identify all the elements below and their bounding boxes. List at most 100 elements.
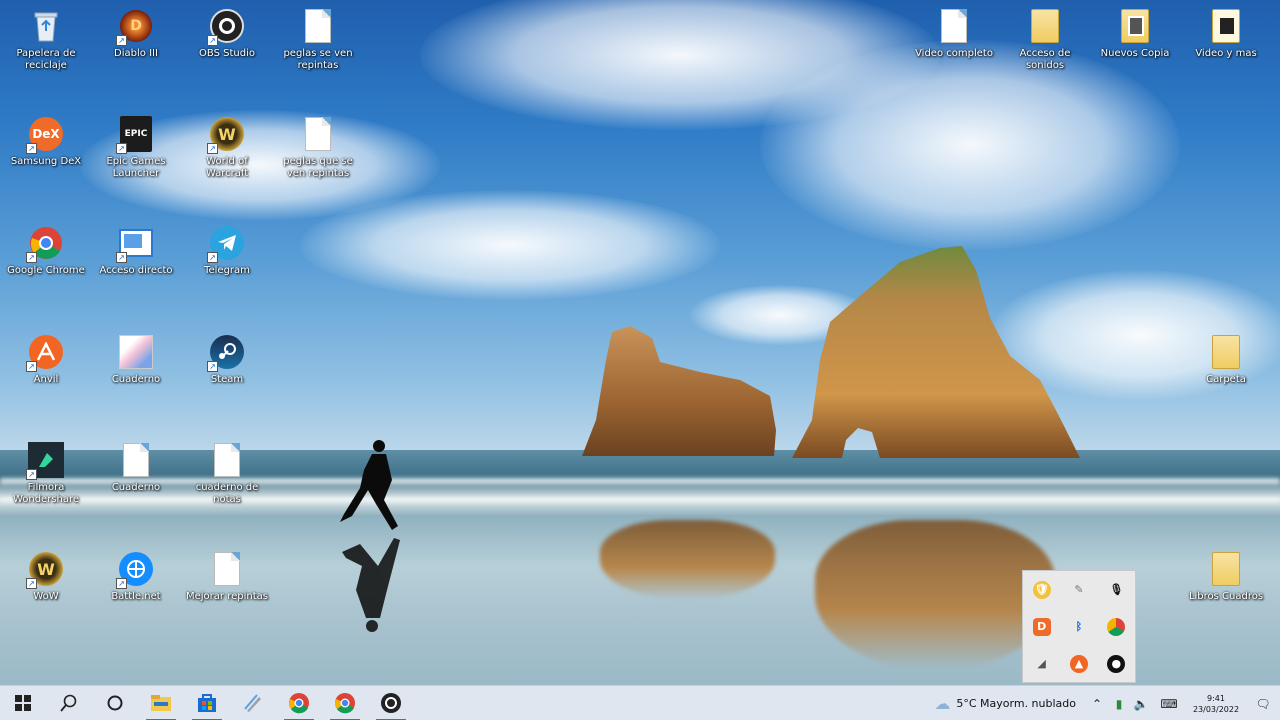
desktop-icon-label: OBS Studio [199,48,255,59]
volume-button[interactable]: 🔈 [1130,686,1152,720]
chrome-icon: ↗ [26,225,64,263]
desktop-icon-notes[interactable]: cuaderno de notas [185,442,269,506]
keyboard-button[interactable]: ⌨ [1152,686,1186,720]
cortana-button[interactable] [92,686,138,720]
folder-icon [1208,334,1244,370]
action-center-button[interactable]: 🗨 [1246,686,1280,720]
show-hidden-icons-button[interactable]: ⌃ [1086,686,1108,720]
chrome-icon[interactable] [1107,617,1126,636]
desktop-icon-filmora[interactable]: ↗ Filmora Wondershare [4,442,88,506]
desktop-icon-label: Cuaderno [111,482,161,493]
obs-icon: ↗ [207,8,245,46]
desktop-icon-battlenet[interactable]: ↗ Battle.net [94,551,178,603]
desktop-icon-label: Mejorar repintas [186,591,268,602]
desktop-icon-acceso-sonidos[interactable]: Acceso de sonidos [1003,8,1087,72]
file-explorer-icon [151,695,171,711]
desktop-icon-chrome[interactable]: ↗ Google Chrome [4,225,88,277]
desktop-icon-samsung-dex[interactable]: DeX ↗ Samsung DeX [4,116,88,168]
taskbar-store[interactable] [184,686,230,720]
cloud-icon: ☁ [934,694,951,713]
desktop-icon-manga[interactable]: Cuaderno [94,334,178,386]
taskbar-notepad[interactable] [230,686,276,720]
desktop-icon-label: Diablo III [114,48,158,59]
clock-date: 23/03/2022 [1192,704,1240,714]
desktop-icon-label: Video completo [915,48,993,59]
desktop-icon-label: Samsung DeX [10,156,82,167]
document-icon [209,551,245,587]
desktop-icon-peglas-1[interactable]: peglas se ven repintas [276,8,360,72]
photo-folder-icon [1208,8,1244,44]
chrome-icon [289,693,309,714]
wow-icon: W ↗ [26,551,64,589]
desktop-icon-label: Anvil [33,374,59,385]
desktop-icon-libros-cuadros[interactable]: Libros Cuadros [1184,551,1268,603]
shortcut-arrow-icon: ↗ [207,35,218,46]
desktop-icon-nuevos-copia[interactable]: Nuevos Copia [1093,8,1177,60]
desktop-icon-label: cuaderno de notas [195,482,259,505]
weather-widget[interactable]: ☁ 5°C Mayorm. nublado [934,686,1086,720]
record-icon[interactable]: ● [1107,654,1126,673]
bluetooth-icon[interactable]: ᛒ [1070,618,1088,636]
shortcut-arrow-icon: ↗ [207,143,218,154]
document-icon [936,8,972,44]
photo-folder-icon [1117,8,1153,44]
weather-text: 5°C Mayorm. nublado [956,697,1076,710]
desktop-icon-label: Nuevos Copia [1100,48,1170,59]
shortcut-arrow-icon: ↗ [116,143,127,154]
chrome-icon [335,693,355,714]
shield-icon[interactable]: 🛡 [1032,580,1051,599]
search-button[interactable] [46,686,92,720]
pen-icon[interactable]: ✎ [1070,581,1088,599]
desktop-icon-label: Battle.net [111,591,161,602]
battlenet-icon: ↗ [116,551,154,589]
manga-icon [118,334,154,370]
wallpaper-rock-reflection [815,520,1055,670]
desktop-icon-steam[interactable]: ↗ Steam [185,334,269,386]
taskbar-chrome-2[interactable] [322,686,368,720]
desktop-icon-video-completo[interactable]: Video completo [912,8,996,60]
desktop-icon-window-shortcut[interactable]: ↗ Acceso directo [94,225,178,277]
desktop-icon-label: Steam [210,374,244,385]
document-icon [118,442,154,478]
desktop-icon-label: Cuaderno [111,374,161,385]
diablo-icon: D ↗ [116,8,154,46]
chevron-up-icon: ⌃ [1091,696,1103,711]
start-button[interactable] [0,686,46,720]
desktop-icon-carpeta[interactable]: Carpeta [1184,334,1268,386]
desktop-icon-anvil[interactable]: ↗ Anvil [4,334,88,386]
desktop-icon-telegram[interactable]: ↗ Telegram [185,225,269,277]
taskbar-file-explorer[interactable] [138,686,184,720]
avast-icon[interactable]: ▲ [1069,654,1088,673]
taskbar-obs[interactable] [368,686,414,720]
desktop-icon-video-y-mas[interactable]: Video y mas [1184,8,1268,60]
desktop-icon-cuaderno[interactable]: Cuaderno [94,442,178,494]
windows-logo-icon [15,695,31,711]
document-icon [300,116,336,152]
desktop-icon-wow[interactable]: W ↗ WoW [4,551,88,603]
folder-icon [1208,551,1244,587]
shortcut-arrow-icon: ↗ [116,35,127,46]
taskbar-chrome[interactable] [276,686,322,720]
desktop-icon-obs[interactable]: ↗ OBS Studio [185,8,269,60]
clock-time: 9:41 [1207,693,1225,703]
network-icon: ▮ [1115,696,1123,711]
shortcut-arrow-icon: ↗ [26,469,37,480]
network-icon[interactable]: ◢ [1033,655,1051,673]
desktop-icon-label: Epic Games Launcher [106,156,166,179]
notepad-icon [244,694,261,712]
epic-games-icon: EPIC ↗ [116,116,154,154]
desktop-icon-world-of-warcraft[interactable]: W ↗ World of Warcraft [185,116,269,180]
notification-icon: 🗨 [1255,696,1271,711]
desktop-icon-peglas-2[interactable]: peglas que se ven repintas [276,116,360,180]
shortcut-arrow-icon: ↗ [207,252,218,263]
desktop-icon-mejorar[interactable]: Mejorar repintas [185,551,269,603]
dex-icon[interactable]: D [1032,617,1051,636]
desktop-icon-recycle-bin[interactable]: Papelera de reciclaje [4,8,88,72]
window-icon: ↗ [116,225,154,263]
mic-icon[interactable]: 🎙 [1107,581,1125,599]
desktop-icon-epic-games[interactable]: EPIC ↗ Epic Games Launcher [94,116,178,180]
network-tray-button[interactable]: ▮ [1108,686,1130,720]
taskbar-clock[interactable]: 9:41 23/03/2022 [1186,693,1246,715]
desktop-icon-diablo[interactable]: D ↗ Diablo III [94,8,178,60]
shortcut-arrow-icon: ↗ [26,252,37,263]
